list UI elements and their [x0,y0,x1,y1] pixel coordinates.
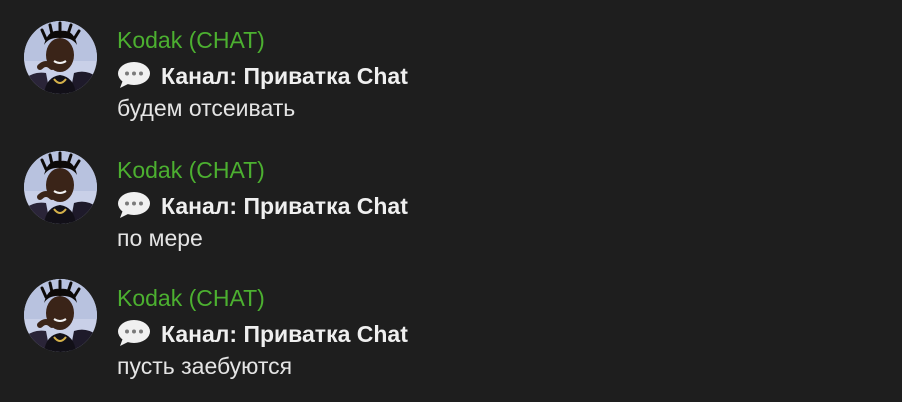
avatar[interactable] [24,279,97,352]
speech-bubble-icon [118,192,150,218]
avatar-image [24,151,97,224]
channel-name[interactable]: Канал: Приватка Chat [161,192,408,220]
avatar-image [24,21,97,94]
message-text: по мере [117,225,203,251]
sender-name[interactable]: Kodak (CHAT) [117,284,265,312]
speech-bubble-icon [118,62,150,88]
message-item: Kodak (CHAT) Канал: Приватка Chat пусть … [0,258,902,379]
avatar[interactable] [24,21,97,94]
message-feed: Kodak (CHAT) Канал: Приватка Chat будем … [0,0,902,402]
avatar-image [24,279,97,352]
message-item: Kodak (CHAT) Канал: Приватка Chat будем … [0,0,902,121]
channel-name[interactable]: Канал: Приватка Chat [161,320,408,348]
speech-bubble-icon [118,320,150,346]
message-text: пусть заебуются [117,353,293,379]
sender-name[interactable]: Kodak (CHAT) [117,156,265,184]
sender-name[interactable]: Kodak (CHAT) [117,26,265,54]
message-text: будем отсеивать [117,95,296,121]
message-item: Kodak (CHAT) Канал: Приватка Chat по мер… [0,130,902,251]
avatar[interactable] [24,151,97,224]
channel-name[interactable]: Канал: Приватка Chat [161,62,408,90]
